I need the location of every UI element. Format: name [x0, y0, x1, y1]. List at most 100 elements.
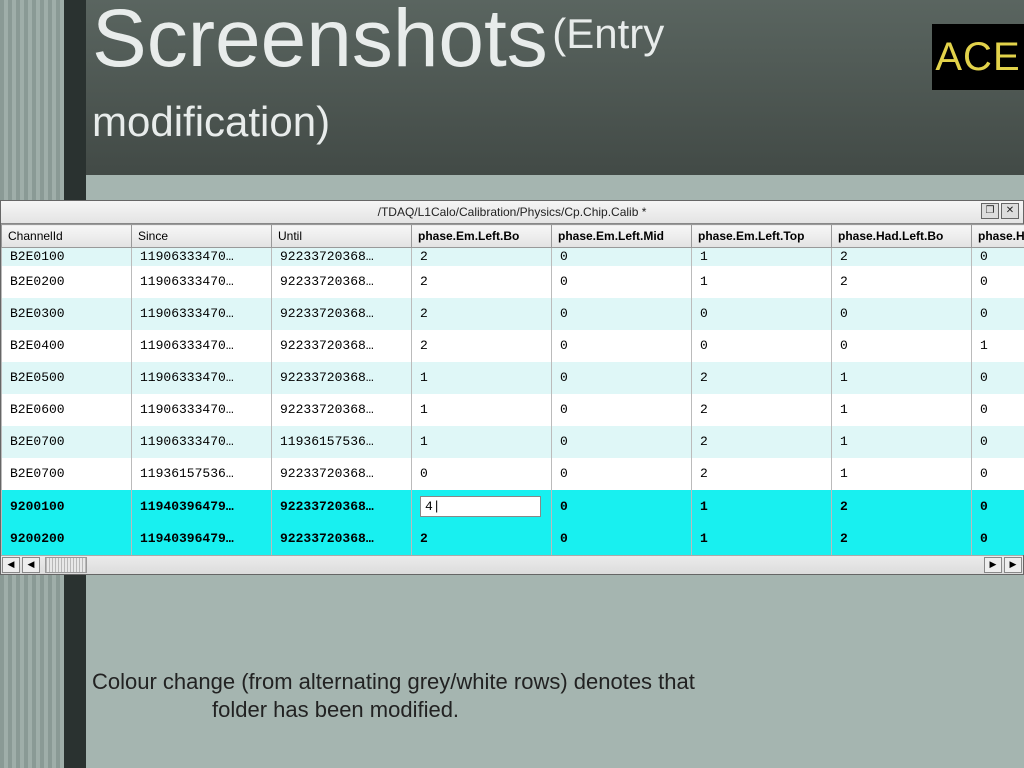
table-cell[interactable]: 92233720368… [272, 458, 412, 490]
table-cell[interactable]: 1 [692, 490, 832, 523]
scroll-right-end-icon[interactable]: ▶ [1004, 557, 1022, 573]
table-cell[interactable]: 1 [832, 362, 972, 394]
table-cell[interactable]: 9200100 [2, 490, 132, 523]
table-cell[interactable]: 1 [832, 426, 972, 458]
table-cell[interactable]: 11940396479… [132, 490, 272, 523]
table-cell[interactable]: 92233720368… [272, 394, 412, 426]
table-cell[interactable]: 11906333470… [132, 394, 272, 426]
table-cell[interactable]: 11940396479… [132, 523, 272, 555]
table-cell[interactable]: 0 [552, 330, 692, 362]
table-cell[interactable]: 0 [552, 248, 692, 266]
column-header[interactable]: phase.H [972, 225, 1024, 248]
table-cell[interactable]: 92233720368… [272, 362, 412, 394]
table-row[interactable]: B2E040011906333470…92233720368…20001 [2, 330, 1024, 362]
splitter-handle[interactable] [45, 557, 87, 573]
table-cell[interactable]: 1 [692, 266, 832, 298]
table-cell[interactable]: 0 [972, 266, 1024, 298]
table-cell[interactable]: 0 [552, 426, 692, 458]
table-cell[interactable]: B2E0300 [2, 298, 132, 330]
table-cell[interactable]: B2E0500 [2, 362, 132, 394]
table-cell[interactable]: 0 [692, 330, 832, 362]
table-cell[interactable]: 0 [832, 330, 972, 362]
table-cell[interactable]: 11936157536… [132, 458, 272, 490]
table-cell[interactable]: 0 [552, 362, 692, 394]
table-cell[interactable]: B2E0100 [2, 248, 132, 266]
table-cell[interactable]: 2 [832, 266, 972, 298]
table-row[interactable]: B2E050011906333470…92233720368…10210 [2, 362, 1024, 394]
table-cell[interactable]: 1 [972, 330, 1024, 362]
table-cell[interactable]: 0 [552, 523, 692, 555]
table-cell[interactable] [412, 490, 552, 523]
table-cell[interactable]: 1 [832, 394, 972, 426]
column-header[interactable]: Since [132, 225, 272, 248]
column-header[interactable]: phase.Em.Left.Mid [552, 225, 692, 248]
table-cell[interactable]: 92233720368… [272, 298, 412, 330]
table-cell[interactable]: 1 [412, 394, 552, 426]
table-cell[interactable]: 0 [972, 298, 1024, 330]
column-header[interactable]: phase.Had.Left.Bo [832, 225, 972, 248]
window-titlebar[interactable]: /TDAQ/L1Calo/Calibration/Physics/Cp.Chip… [1, 201, 1023, 224]
table-cell[interactable]: 11906333470… [132, 248, 272, 266]
table-cell[interactable]: 1 [692, 248, 832, 266]
table-row[interactable]: B2E010011906333470…92233720368…20120 [2, 248, 1024, 266]
table-cell[interactable]: 2 [412, 298, 552, 330]
scroll-left-icon[interactable]: ◀ [22, 557, 40, 573]
window-close-icon[interactable]: ✕ [1001, 203, 1019, 219]
table-row[interactable]: B2E020011906333470…92233720368…20120 [2, 266, 1024, 298]
table-cell[interactable]: 0 [552, 298, 692, 330]
table-cell[interactable]: 1 [412, 362, 552, 394]
table-cell[interactable]: 0 [832, 298, 972, 330]
table-cell[interactable]: 1 [692, 523, 832, 555]
table-cell[interactable]: 0 [692, 298, 832, 330]
table-cell[interactable]: B2E0200 [2, 266, 132, 298]
table-cell[interactable]: 0 [972, 523, 1024, 555]
table-cell[interactable]: 11906333470… [132, 362, 272, 394]
table-cell[interactable]: B2E0700 [2, 458, 132, 490]
scroll-left-start-icon[interactable]: ◀ [2, 557, 20, 573]
table-cell[interactable]: 0 [972, 426, 1024, 458]
table-cell[interactable]: B2E0600 [2, 394, 132, 426]
table-cell[interactable]: 2 [692, 394, 832, 426]
table-cell[interactable]: B2E0700 [2, 426, 132, 458]
table-cell[interactable]: 2 [412, 248, 552, 266]
table-cell[interactable]: 0 [552, 266, 692, 298]
table-cell[interactable]: 11906333470… [132, 266, 272, 298]
table-cell[interactable]: 0 [972, 248, 1024, 266]
table-row[interactable]: B2E030011906333470…92233720368…20000 [2, 298, 1024, 330]
cell-edit-input[interactable] [420, 496, 541, 517]
table-cell[interactable]: 11906333470… [132, 426, 272, 458]
table-cell[interactable]: 11936157536… [272, 426, 412, 458]
table-cell[interactable]: 11906333470… [132, 298, 272, 330]
table-cell[interactable]: 0 [552, 394, 692, 426]
table-cell[interactable]: 92233720368… [272, 266, 412, 298]
table-row[interactable]: 920010011940396479…92233720368…0120 [2, 490, 1024, 523]
column-header[interactable]: phase.Em.Left.Top [692, 225, 832, 248]
table-cell[interactable]: 0 [972, 362, 1024, 394]
table-cell[interactable]: 0 [552, 458, 692, 490]
table-cell[interactable]: 11906333470… [132, 330, 272, 362]
table-cell[interactable]: 0 [972, 458, 1024, 490]
table-cell[interactable]: 0 [552, 490, 692, 523]
table-cell[interactable]: 0 [972, 394, 1024, 426]
table-cell[interactable]: 92233720368… [272, 330, 412, 362]
column-header[interactable]: ChannelId [2, 225, 132, 248]
scroll-right-icon[interactable]: ▶ [984, 557, 1002, 573]
table-cell[interactable]: 92233720368… [272, 490, 412, 523]
column-header[interactable]: Until [272, 225, 412, 248]
table-cell[interactable]: 2 [692, 426, 832, 458]
table-cell[interactable]: 1 [412, 426, 552, 458]
table-cell[interactable]: 9200200 [2, 523, 132, 555]
table-cell[interactable]: 2 [692, 362, 832, 394]
table-cell[interactable]: 2 [832, 523, 972, 555]
table-cell[interactable]: B2E0400 [2, 330, 132, 362]
window-maximize-icon[interactable]: ❐ [981, 203, 999, 219]
table-cell[interactable]: 2 [832, 490, 972, 523]
table-cell[interactable]: 2 [412, 266, 552, 298]
table-cell[interactable]: 2 [692, 458, 832, 490]
column-header[interactable]: phase.Em.Left.Bo [412, 225, 552, 248]
table-cell[interactable]: 2 [832, 248, 972, 266]
table-cell[interactable]: 2 [412, 330, 552, 362]
table-row[interactable]: 920020011940396479…92233720368…20120 [2, 523, 1024, 555]
table-cell[interactable]: 92233720368… [272, 248, 412, 266]
table-cell[interactable]: 0 [412, 458, 552, 490]
